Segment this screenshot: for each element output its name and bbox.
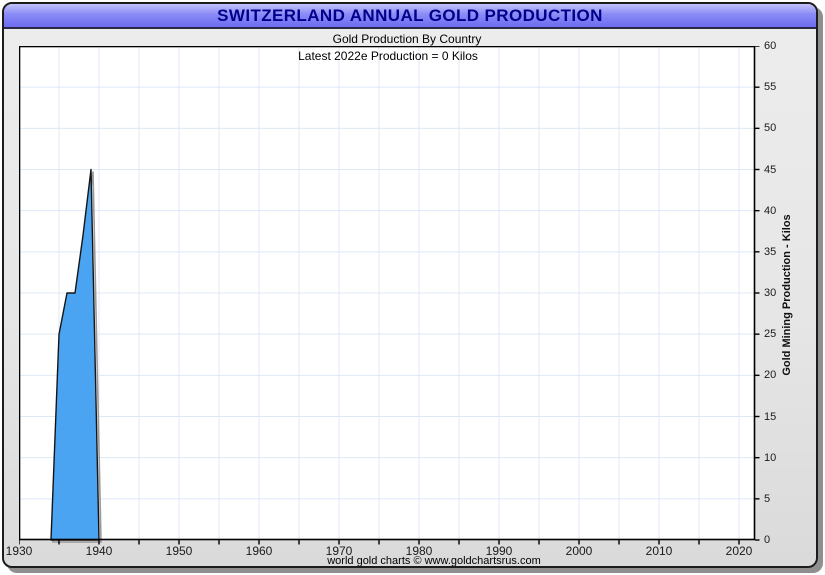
y-tick-label: 35 bbox=[764, 246, 776, 258]
y-tick-label: 15 bbox=[764, 411, 776, 423]
y-tick-label: 45 bbox=[764, 164, 776, 176]
y-tick-label: 60 bbox=[764, 40, 776, 52]
y-axis-title: Gold Mining Production - Kilos bbox=[781, 214, 793, 375]
header-bar: SWITZERLAND ANNUAL GOLD PRODUCTION bbox=[4, 4, 816, 29]
page-title: SWITZERLAND ANNUAL GOLD PRODUCTION bbox=[217, 6, 603, 26]
y-tick-label: 0 bbox=[764, 534, 770, 546]
x-tick-label: 1930 bbox=[2, 544, 41, 558]
footer-credit: world gold charts © www.goldchartsrus.co… bbox=[44, 555, 818, 567]
y-tick-label: 20 bbox=[764, 369, 776, 381]
y-tick-label: 40 bbox=[764, 205, 776, 217]
y-tick-label: 5 bbox=[764, 493, 770, 505]
y-tick-label: 50 bbox=[764, 122, 776, 134]
plot-area bbox=[19, 46, 763, 548]
y-tick-label: 25 bbox=[764, 328, 776, 340]
chart-frame: SWITZERLAND ANNUAL GOLD PRODUCTION Gold … bbox=[2, 2, 818, 568]
y-tick-label: 55 bbox=[764, 81, 776, 93]
y-tick-label: 10 bbox=[764, 452, 776, 464]
chart-subtitle: Gold Production By Country bbox=[4, 32, 810, 46]
y-tick-label: 30 bbox=[764, 287, 776, 299]
plot-canvas bbox=[19, 46, 763, 548]
